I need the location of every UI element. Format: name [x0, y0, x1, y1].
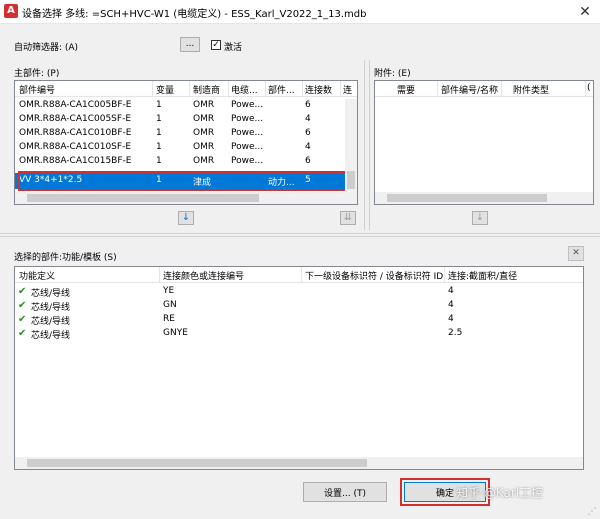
- activate-checkbox[interactable]: ✓: [211, 40, 221, 50]
- table-row[interactable]: ✔ 芯线/导线 RE 4: [15, 313, 583, 327]
- col-required[interactable]: 需要: [397, 83, 433, 96]
- main-parts-hscroll[interactable]: [15, 192, 357, 204]
- functions-hscroll[interactable]: [15, 457, 583, 469]
- table-row[interactable]: OMR.R88A-CA1C010SF-E 1 OMR Powe... 4: [15, 141, 345, 155]
- title-bar: A 设备选择 多线: =SCH+HVC-W1 (电缆定义) - ESS_Karl…: [0, 0, 600, 24]
- filter-label: 自动筛选器: (A): [14, 43, 79, 53]
- table-row[interactable]: OMR.R88A-CA1C015BF-E 1 OMR Powe... 6: [15, 155, 345, 169]
- col-part-name[interactable]: 部件编号/名称: [441, 83, 499, 96]
- table-row[interactable]: ✔ 芯线/导线 YE 4: [15, 285, 583, 299]
- accessories-header: 需要 部件编号/名称 附件类型 (: [375, 81, 593, 97]
- check-icon: ✔: [18, 314, 27, 325]
- activate-label: 激活: [224, 43, 243, 53]
- accessories-hscroll[interactable]: [375, 192, 593, 204]
- vscroll-thumb[interactable]: [347, 171, 355, 189]
- check-icon: ✔: [18, 300, 27, 311]
- watermark: 知乎 @Karl工控: [456, 486, 544, 500]
- functions-grid: 功能定义 连接颜色或连接编号 下一级设备标识符 / 设备标识符 ID 连接:截面…: [14, 266, 584, 470]
- selected-row-highlight: [18, 171, 352, 191]
- move-down-arrow-icon[interactable]: ↓: [178, 211, 194, 225]
- col-part-number[interactable]: 部件编号: [19, 83, 149, 96]
- resize-grip-icon[interactable]: ⋰: [586, 506, 598, 518]
- accessory-down-arrow-icon[interactable]: ↓: [472, 211, 488, 225]
- functions-close-icon[interactable]: ✕: [568, 246, 584, 261]
- window-title: 设备选择 多线: =SCH+HVC-W1 (电缆定义) - ESS_Karl_V…: [22, 9, 367, 20]
- col-part-type[interactable]: 部件...: [268, 83, 300, 96]
- table-row[interactable]: ✔ 芯线/导线 GN 4: [15, 299, 583, 313]
- col-connections[interactable]: 连接数: [305, 83, 339, 96]
- hscroll-thumb[interactable]: [387, 194, 547, 202]
- col-cross-section[interactable]: 连接:截面积/直径: [448, 269, 568, 282]
- col-more[interactable]: 连: [343, 83, 355, 96]
- table-row[interactable]: ✔ 芯线/导线 GNYE 2.5: [15, 327, 583, 341]
- col-accessory-type[interactable]: 附件类型: [513, 83, 563, 96]
- move-bottom-arrow-icon[interactable]: ⇊: [340, 211, 356, 225]
- functions-header: 功能定义 连接颜色或连接编号 下一级设备标识符 / 设备标识符 ID 连接:截面…: [15, 267, 583, 283]
- col-cable[interactable]: 电缆...: [231, 83, 265, 96]
- filter-browse-button[interactable]: ...: [180, 37, 200, 52]
- vertical-splitter[interactable]: [364, 60, 370, 230]
- app-icon: A: [4, 4, 18, 18]
- table-row[interactable]: OMR.R88A-CA1C005SF-E 1 OMR Powe... 4: [15, 113, 345, 127]
- col-more[interactable]: (: [587, 83, 593, 93]
- settings-button[interactable]: 设置... (T): [303, 482, 387, 502]
- window-close-icon[interactable]: ✕: [574, 2, 596, 22]
- col-variant[interactable]: 变量: [156, 83, 188, 96]
- check-icon: ✔: [18, 286, 27, 297]
- col-color[interactable]: 连接颜色或连接编号: [163, 269, 301, 282]
- main-parts-label: 主部件: (P): [14, 69, 60, 79]
- table-row[interactable]: OMR.R88A-CA1C010BF-E 1 OMR Powe... 6: [15, 127, 345, 141]
- col-manufacturer[interactable]: 制造商: [193, 83, 227, 96]
- accessories-label: 附件: (E): [374, 69, 411, 79]
- hscroll-thumb[interactable]: [27, 194, 259, 202]
- horizontal-splitter[interactable]: [0, 233, 600, 237]
- table-row[interactable]: OMR.R88A-CA1C005BF-E 1 OMR Powe... 6: [15, 99, 345, 113]
- main-parts-vscroll[interactable]: [345, 99, 357, 193]
- main-parts-header: 部件编号 变量 制造商 电缆... 部件... 连接数 连: [15, 81, 357, 97]
- hscroll-thumb[interactable]: [27, 459, 367, 467]
- accessories-grid: 需要 部件编号/名称 附件类型 (: [374, 80, 594, 205]
- functions-label: 选择的部件:功能/模板 (S): [14, 253, 117, 263]
- main-parts-grid: 部件编号 变量 制造商 电缆... 部件... 连接数 连 OMR.R88A-C…: [14, 80, 358, 205]
- col-device-id[interactable]: 下一级设备标识符 / 设备标识符 ID: [305, 269, 443, 282]
- check-icon: ✔: [18, 328, 27, 339]
- col-function[interactable]: 功能定义: [19, 269, 159, 282]
